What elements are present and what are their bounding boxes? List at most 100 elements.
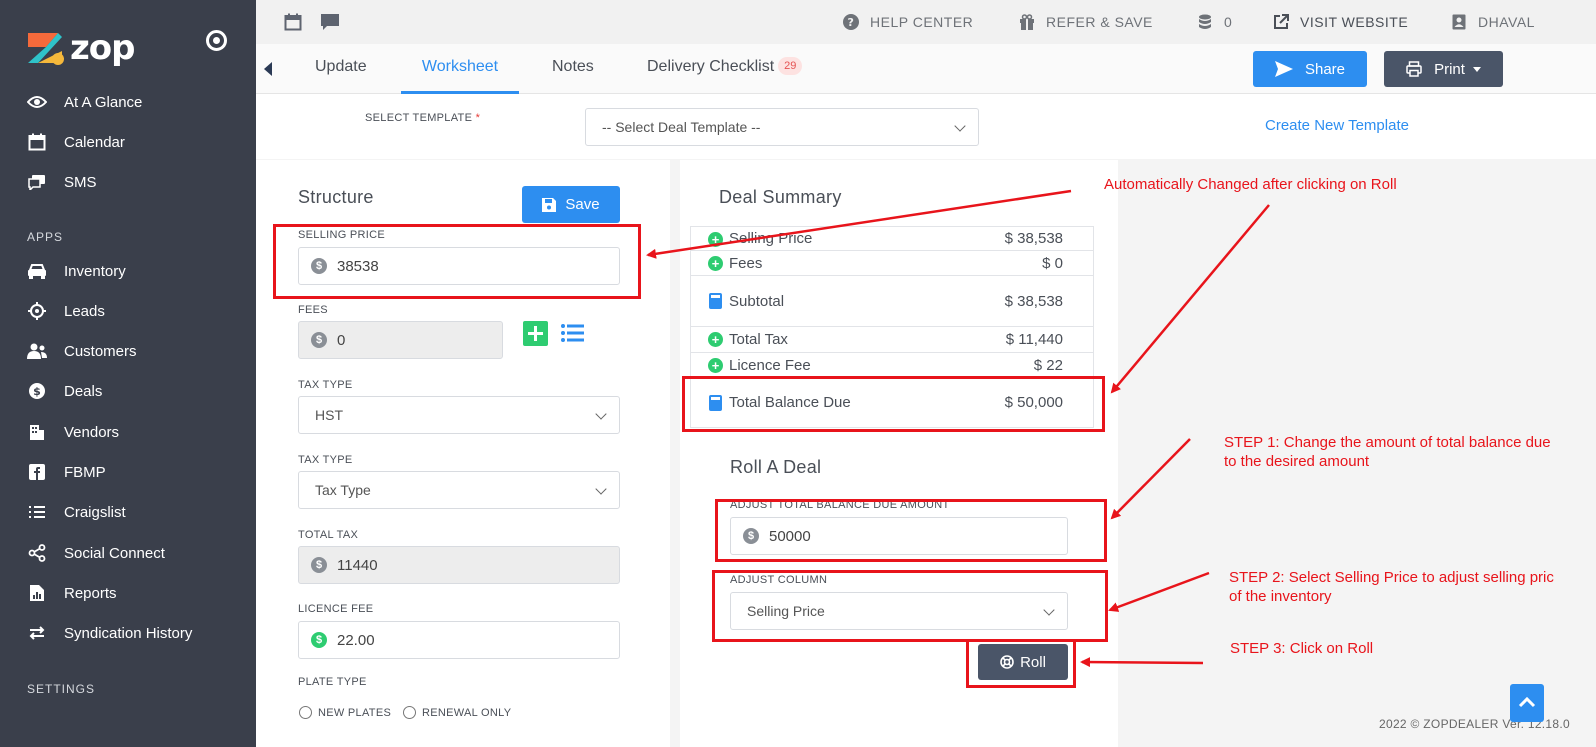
- sidebar-item-customers[interactable]: Customers: [26, 336, 137, 366]
- external-link-icon: [1272, 13, 1290, 31]
- highlight-total-balance-due: [682, 376, 1105, 432]
- sidebar-item-sms[interactable]: SMS: [26, 167, 97, 197]
- summary-value: $ 22: [1033, 356, 1063, 374]
- apps-section-label: APPS: [27, 230, 64, 244]
- facebook-icon: [26, 462, 48, 482]
- swap-icon: [26, 623, 48, 643]
- sidebar-item-reports[interactable]: Reports: [26, 578, 117, 608]
- crosshair-icon: [26, 301, 48, 321]
- tab-worksheet[interactable]: Worksheet: [401, 44, 519, 94]
- building-icon: [26, 422, 48, 442]
- highlight-adjust-column: [712, 570, 1108, 642]
- summary-value: $ 0: [1042, 254, 1063, 272]
- collapse-arrow-icon[interactable]: [264, 62, 272, 81]
- zop-logo-icon: [28, 33, 64, 65]
- sidebar-item-inventory[interactable]: Inventory: [26, 256, 126, 286]
- plus-circle-icon[interactable]: +: [708, 232, 723, 247]
- structure-title: Structure: [298, 187, 374, 207]
- annotation-step-1: STEP 1: Change the amount of total balan…: [1224, 433, 1596, 471]
- licence-fee-value: 22.00: [337, 631, 375, 649]
- share-label: Share: [1304, 60, 1346, 78]
- fee-list-button[interactable]: [561, 323, 584, 348]
- annotation-line: STEP 2: Select Selling Price to adjust s…: [1229, 569, 1554, 586]
- total-tax-input: $ 11440: [298, 546, 620, 584]
- sidebar-item-vendors[interactable]: Vendors: [26, 417, 119, 447]
- radio-renewal-only[interactable]: RENEWAL ONLY: [403, 706, 511, 719]
- select-template-label: SELECT TEMPLATE *: [365, 112, 480, 124]
- print-button[interactable]: Print: [1384, 51, 1503, 87]
- dollar-icon: $: [311, 557, 327, 573]
- sidebar-item-label: Inventory: [64, 262, 126, 280]
- credits-counter[interactable]: 0: [1196, 12, 1232, 32]
- sidebar-item-leads[interactable]: Leads: [26, 296, 105, 326]
- sidebar-item-craigslist[interactable]: Craigslist: [26, 497, 126, 527]
- sidebar-item-label: FBMP: [64, 463, 106, 481]
- scroll-to-top-button[interactable]: [1510, 684, 1544, 722]
- plus-circle-icon[interactable]: +: [708, 358, 723, 373]
- sidebar-item-label: Reports: [64, 584, 117, 602]
- sidebar-item-label: At A Glance: [64, 93, 143, 111]
- sidebar-item-social-connect[interactable]: Social Connect: [26, 538, 165, 568]
- chevron-down-icon: [595, 408, 607, 420]
- tax-type-value-2: Tax Type: [315, 482, 371, 498]
- roll-a-deal-title: Roll A Deal: [730, 457, 822, 477]
- sidebar-item-label: Calendar: [64, 133, 125, 151]
- calendar-icon[interactable]: [284, 12, 302, 32]
- user-badge-icon: [1450, 13, 1468, 31]
- target-icon[interactable]: [206, 30, 227, 51]
- plus-circle-icon[interactable]: +: [708, 332, 723, 347]
- plus-circle-icon[interactable]: +: [708, 256, 723, 271]
- caret-down-icon: [1472, 66, 1481, 72]
- list-icon: [561, 324, 584, 342]
- share-button[interactable]: Share: [1253, 51, 1367, 87]
- user-menu[interactable]: DHAVAL: [1450, 12, 1535, 32]
- topbar: ? HELP CENTER REFER & SAVE 0 VISIT WEBSI…: [256, 0, 1596, 44]
- radio-new-plates[interactable]: NEW PLATES: [299, 706, 391, 719]
- summary-value: $ 38,538: [1004, 230, 1063, 247]
- licence-fee-input[interactable]: $ 22.00: [298, 621, 620, 659]
- eye-icon: [26, 92, 48, 112]
- sidebar-item-at-a-glance[interactable]: At A Glance: [26, 87, 142, 117]
- tax-type-select-2[interactable]: Tax Type: [298, 471, 620, 509]
- highlight-adjust-total: [715, 499, 1107, 562]
- sidebar-item-fbmp[interactable]: FBMP: [26, 457, 106, 487]
- save-button[interactable]: Save: [522, 186, 620, 223]
- add-fee-button[interactable]: [523, 321, 548, 346]
- credits-count: 0: [1224, 14, 1233, 30]
- chat-icon[interactable]: [320, 12, 340, 32]
- tab-notes[interactable]: Notes: [550, 44, 596, 94]
- licence-fee-label: LICENCE FEE: [298, 603, 374, 615]
- tab-update[interactable]: Update: [313, 44, 369, 94]
- annotation-line: of the inventory: [1229, 588, 1332, 605]
- dollar-icon: $: [311, 632, 327, 648]
- tax-type-value-1: HST: [315, 407, 343, 423]
- required-marker: *: [475, 112, 481, 124]
- summary-value: $ 38,538: [1004, 292, 1063, 310]
- sidebar-item-syndication-history[interactable]: Syndication History: [26, 618, 192, 648]
- dollar-icon: $: [26, 381, 48, 401]
- sidebar: zop At A Glance Calendar SMS APPS Invent…: [0, 0, 256, 747]
- annotation-auto-changed: Automatically Changed after clicking on …: [1104, 176, 1397, 193]
- deal-template-select[interactable]: -- Select Deal Template --: [585, 108, 979, 146]
- dollar-icon: $: [311, 332, 327, 348]
- help-center-link[interactable]: ? HELP CENTER: [842, 12, 973, 32]
- refer-save-link[interactable]: REFER & SAVE: [1018, 12, 1153, 32]
- annotation-line: STEP 1: Change the amount of total balan…: [1224, 434, 1551, 451]
- sidebar-item-deals[interactable]: $ Deals: [26, 376, 102, 406]
- radio-circle: [403, 706, 416, 719]
- tax-type-select-1[interactable]: HST: [298, 396, 620, 434]
- sidebar-item-label: SMS: [64, 173, 97, 191]
- sidebar-item-label: Leads: [64, 302, 105, 320]
- tab-delivery-checklist[interactable]: Delivery Checklist 29: [645, 44, 804, 94]
- settings-section-label: SETTINGS: [27, 682, 96, 696]
- chat-icon: [26, 172, 48, 192]
- summary-label: Total Tax: [729, 331, 788, 348]
- sidebar-item-label: Customers: [64, 342, 137, 360]
- chevron-down-icon: [954, 120, 966, 132]
- sidebar-item-calendar[interactable]: Calendar: [26, 127, 125, 157]
- create-new-template-link[interactable]: Create New Template: [1265, 117, 1409, 134]
- visit-website-link[interactable]: VISIT WEBSITE: [1272, 12, 1408, 32]
- total-tax-label: TOTAL TAX: [298, 529, 359, 541]
- sidebar-item-label: Vendors: [64, 423, 120, 441]
- brand-logo[interactable]: zop: [24, 28, 135, 68]
